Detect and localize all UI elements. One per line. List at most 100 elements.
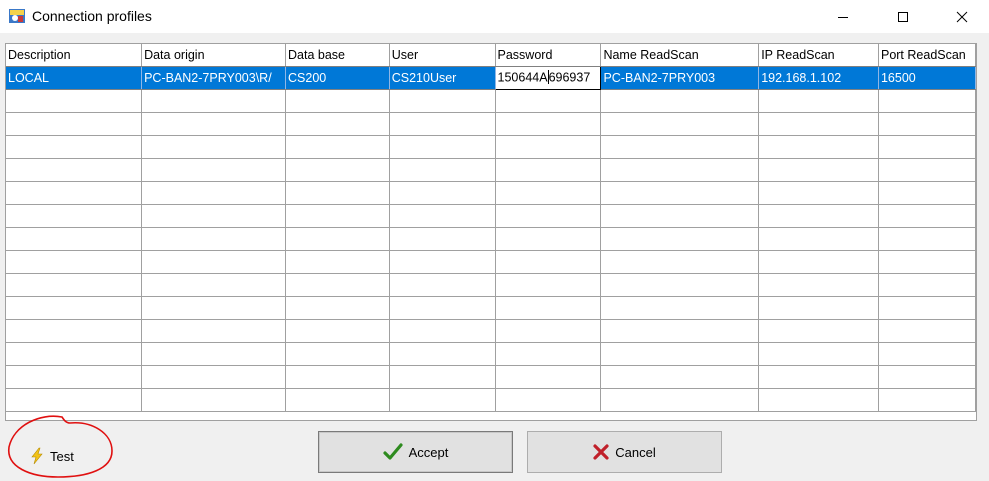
table-cell[interactable] <box>389 365 496 389</box>
table-cell[interactable] <box>141 365 286 389</box>
table-cell[interactable] <box>6 112 143 136</box>
table-cell[interactable] <box>878 112 976 136</box>
table-cell[interactable] <box>878 342 976 366</box>
column-header-description[interactable]: Description <box>6 44 143 67</box>
table-cell[interactable] <box>495 365 602 389</box>
table-cell[interactable] <box>495 250 602 274</box>
table-cell[interactable] <box>6 204 143 228</box>
cell-data-base[interactable]: CS200 <box>285 66 390 90</box>
table-row[interactable] <box>6 112 976 136</box>
accept-button[interactable]: Accept <box>318 431 513 473</box>
table-cell[interactable] <box>285 181 390 205</box>
table-cell[interactable] <box>389 89 496 113</box>
table-cell[interactable] <box>758 250 879 274</box>
cell-name-readscan[interactable]: PC-BAN2-7PRY003 <box>600 66 760 90</box>
table-cell[interactable] <box>495 273 602 297</box>
table-cell[interactable] <box>495 89 602 113</box>
table-cell[interactable] <box>600 158 760 182</box>
table-row[interactable] <box>6 89 976 113</box>
minimize-button[interactable] <box>820 0 866 33</box>
table-cell[interactable] <box>285 112 390 136</box>
table-cell[interactable] <box>389 250 496 274</box>
table-cell[interactable] <box>285 250 390 274</box>
table-cell[interactable] <box>141 296 286 320</box>
table-cell[interactable] <box>389 388 496 412</box>
table-cell[interactable] <box>758 319 879 343</box>
table-row[interactable] <box>6 181 976 205</box>
table-cell[interactable] <box>878 135 976 159</box>
table-cell[interactable] <box>878 227 976 251</box>
table-row[interactable] <box>6 158 976 182</box>
table-cell[interactable] <box>6 250 143 274</box>
table-cell[interactable] <box>285 204 390 228</box>
table-cell[interactable] <box>141 158 286 182</box>
table-cell[interactable] <box>758 365 879 389</box>
table-cell[interactable] <box>6 319 143 343</box>
column-header-port-readscan[interactable]: Port ReadScan <box>878 44 976 67</box>
table-cell[interactable] <box>389 135 496 159</box>
table-cell[interactable] <box>878 296 976 320</box>
table-cell[interactable] <box>878 181 976 205</box>
table-cell[interactable] <box>141 204 286 228</box>
cancel-button[interactable]: Cancel <box>527 431 722 473</box>
table-cell[interactable] <box>600 388 760 412</box>
column-header-data-origin[interactable]: Data origin <box>141 44 286 67</box>
table-row[interactable] <box>6 388 976 412</box>
table-cell[interactable] <box>389 319 496 343</box>
table-cell[interactable] <box>389 273 496 297</box>
table-cell[interactable] <box>495 319 602 343</box>
table-cell[interactable] <box>6 135 143 159</box>
table-cell[interactable] <box>6 158 143 182</box>
table-cell[interactable] <box>6 365 143 389</box>
profiles-grid[interactable]: Description Data origin Data base User P… <box>5 43 977 421</box>
table-cell[interactable] <box>141 388 286 412</box>
table-cell[interactable] <box>285 273 390 297</box>
table-cell[interactable] <box>141 112 286 136</box>
table-cell[interactable] <box>878 273 976 297</box>
table-cell[interactable] <box>758 227 879 251</box>
table-cell[interactable] <box>389 342 496 366</box>
table-cell[interactable] <box>6 273 143 297</box>
table-cell[interactable] <box>758 342 879 366</box>
table-cell[interactable] <box>600 204 760 228</box>
table-cell[interactable] <box>141 89 286 113</box>
table-cell[interactable] <box>878 388 976 412</box>
table-cell[interactable] <box>141 227 286 251</box>
table-cell[interactable] <box>6 388 143 412</box>
table-cell[interactable] <box>6 296 143 320</box>
cell-ip-readscan[interactable]: 192.168.1.102 <box>758 66 879 90</box>
table-cell[interactable] <box>285 89 390 113</box>
cell-data-origin[interactable]: PC-BAN2-7PRY003\R/ <box>141 66 286 90</box>
table-cell[interactable] <box>285 365 390 389</box>
table-cell[interactable] <box>878 365 976 389</box>
column-header-data-base[interactable]: Data base <box>285 44 390 67</box>
table-cell[interactable] <box>285 296 390 320</box>
table-cell[interactable] <box>141 319 286 343</box>
table-cell[interactable] <box>285 227 390 251</box>
table-cell[interactable] <box>758 204 879 228</box>
table-cell[interactable] <box>878 204 976 228</box>
table-cell[interactable] <box>758 135 879 159</box>
table-cell[interactable] <box>600 181 760 205</box>
table-cell[interactable] <box>878 89 976 113</box>
column-header-password[interactable]: Password <box>495 44 602 67</box>
table-row[interactable] <box>6 319 976 343</box>
table-cell[interactable] <box>285 342 390 366</box>
table-cell[interactable] <box>6 89 143 113</box>
table-cell[interactable] <box>600 296 760 320</box>
table-cell[interactable] <box>141 135 286 159</box>
table-row[interactable] <box>6 227 976 251</box>
table-cell[interactable] <box>495 227 602 251</box>
table-cell[interactable] <box>600 135 760 159</box>
table-row[interactable] <box>6 135 976 159</box>
table-cell[interactable] <box>285 319 390 343</box>
table-cell[interactable] <box>389 204 496 228</box>
table-cell[interactable] <box>600 227 760 251</box>
table-cell[interactable] <box>878 158 976 182</box>
table-cell[interactable] <box>389 158 496 182</box>
cell-user[interactable]: CS210User <box>389 66 496 90</box>
table-row[interactable] <box>6 342 976 366</box>
table-cell[interactable] <box>6 342 143 366</box>
table-cell[interactable] <box>389 296 496 320</box>
password-edit-cell[interactable]: 150644A696937 <box>494 65 602 90</box>
